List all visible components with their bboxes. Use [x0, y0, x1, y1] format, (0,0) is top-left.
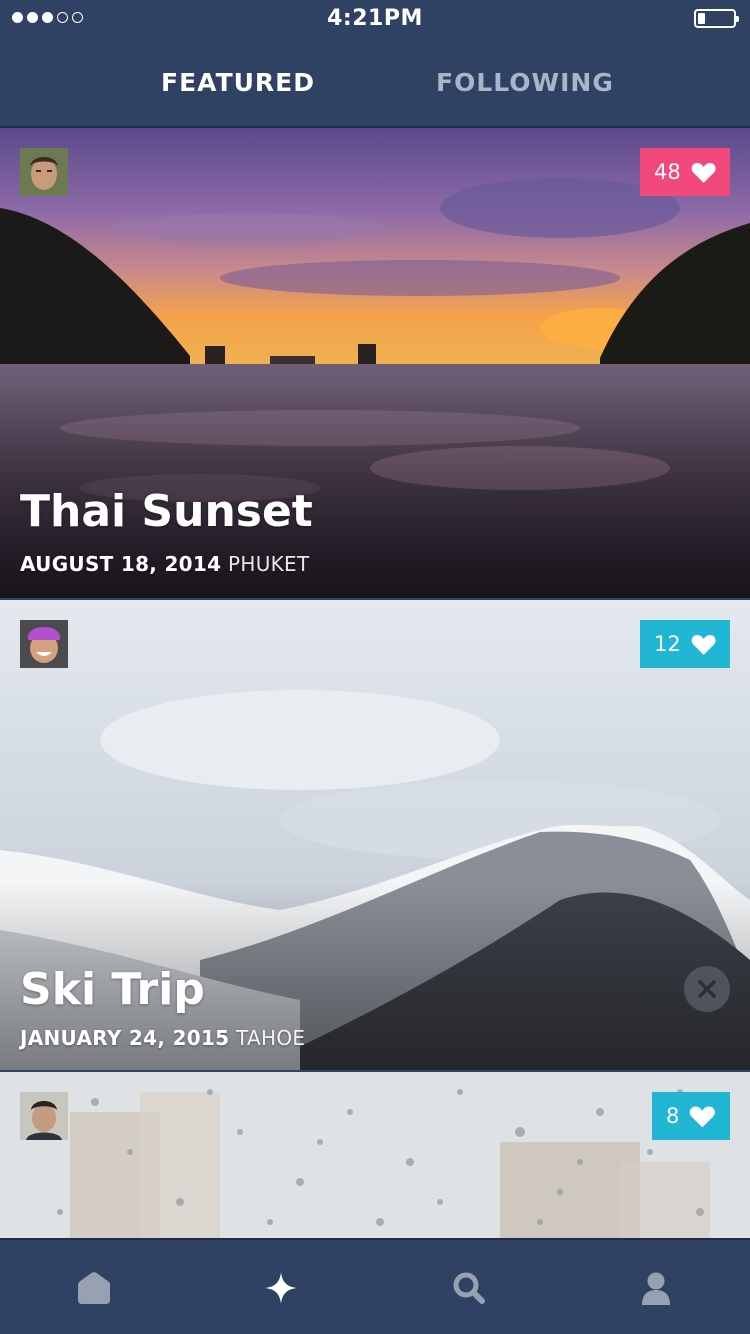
nav-home[interactable]: [72, 1266, 116, 1310]
profile-icon: [642, 1272, 670, 1305]
author-avatar[interactable]: [20, 148, 68, 196]
search-icon: [453, 1272, 485, 1304]
nav-profile[interactable]: [634, 1266, 678, 1310]
card-photo-rainy-window: [0, 1072, 750, 1238]
status-bar: 4:21PM: [0, 0, 750, 40]
like-badge[interactable]: 12: [640, 620, 730, 668]
card-meta: AUGUST 18, 2014 PHUKET: [20, 552, 310, 576]
dismiss-button[interactable]: [684, 966, 730, 1012]
like-count: 48: [654, 160, 681, 184]
bottom-nav: [0, 1238, 750, 1334]
like-count: 12: [654, 632, 681, 656]
author-avatar[interactable]: [20, 620, 68, 668]
tab-following[interactable]: FOLLOWING: [436, 68, 614, 97]
feed-card-rain[interactable]: 8: [0, 1072, 750, 1238]
sparkle-icon: [265, 1272, 297, 1304]
card-title: Thai Sunset: [20, 486, 313, 537]
user-avatar-icon: [20, 148, 68, 196]
feed-card-ski-trip[interactable]: 12 Ski Trip JANUARY 24, 2015 TAHOE: [0, 600, 750, 1070]
user-avatar-icon: [20, 620, 68, 668]
heart-icon: [691, 634, 716, 655]
nav-search[interactable]: [447, 1266, 491, 1310]
user-avatar-icon: [20, 1092, 68, 1140]
card-location: TAHOE: [236, 1026, 306, 1050]
card-date: JANUARY 24, 2015: [20, 1026, 230, 1050]
card-meta: JANUARY 24, 2015 TAHOE: [20, 1026, 305, 1050]
battery-icon: [694, 9, 739, 28]
home-icon: [78, 1272, 110, 1304]
heart-icon: [691, 162, 716, 183]
tab-featured[interactable]: FEATURED: [161, 68, 315, 97]
status-time: 4:21PM: [327, 6, 423, 31]
card-title: Ski Trip: [20, 964, 205, 1015]
card-date: AUGUST 18, 2014: [20, 552, 222, 576]
like-badge[interactable]: 48: [640, 148, 730, 196]
feed-card-thai-sunset[interactable]: 48 Thai Sunset AUGUST 18, 2014 PHUKET: [0, 128, 750, 598]
top-tabs: FEATURED FOLLOWING: [0, 40, 750, 126]
like-count: 8: [666, 1104, 680, 1128]
nav-featured[interactable]: [259, 1266, 303, 1310]
card-location: PHUKET: [228, 552, 310, 576]
close-icon: [698, 980, 716, 998]
like-badge[interactable]: 8: [652, 1092, 730, 1140]
heart-icon: [690, 1106, 716, 1127]
author-avatar[interactable]: [20, 1092, 68, 1140]
